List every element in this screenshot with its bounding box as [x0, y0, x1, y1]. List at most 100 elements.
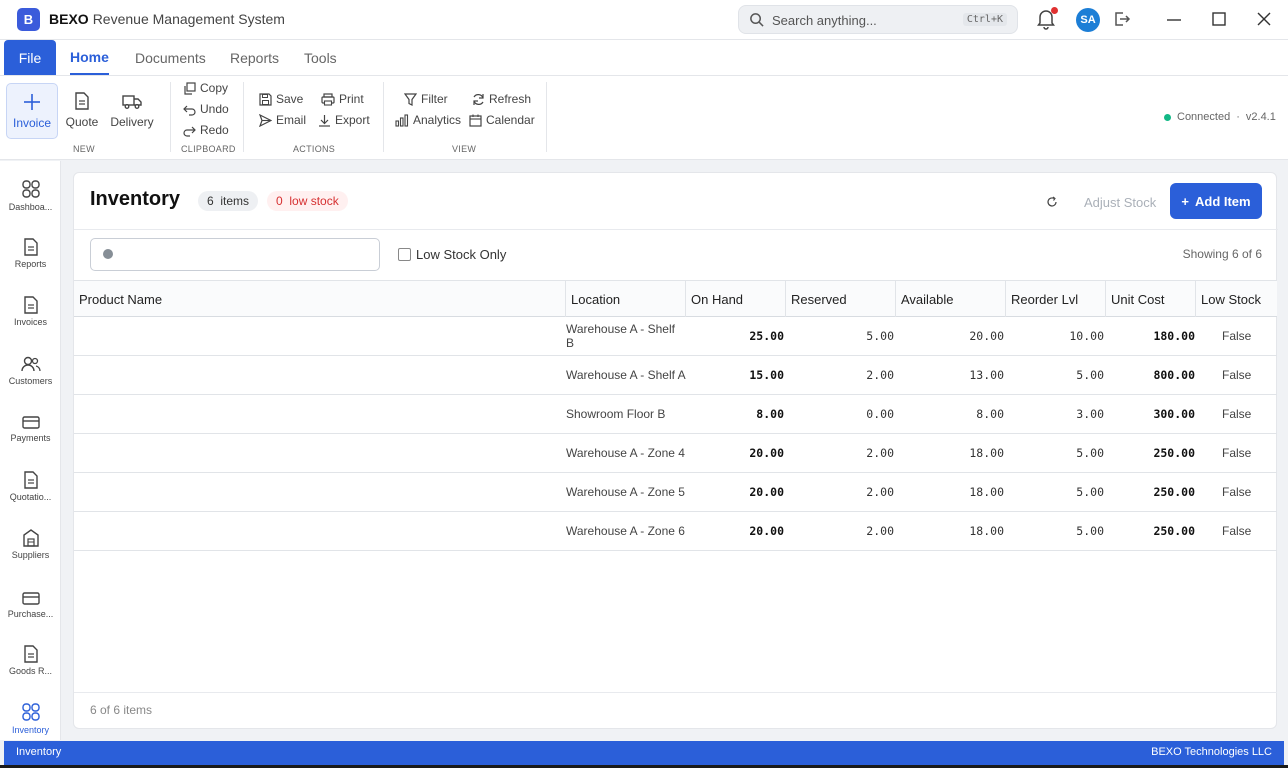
cell-low-stock: False [1222, 368, 1252, 382]
file-menu[interactable]: File [4, 40, 56, 75]
adjust-stock-button[interactable]: Adjust Stock [1084, 195, 1156, 210]
tab-home[interactable]: Home [70, 40, 109, 75]
sidebar-item-payments[interactable]: Payments [0, 414, 61, 464]
ribbon: Invoice Quote Delivery NEW Copy Undo Red… [0, 76, 1288, 160]
refresh-button[interactable]: Refresh [472, 92, 531, 106]
cell-available: 18.00 [969, 524, 1004, 538]
group-label-view: VIEW [452, 144, 477, 154]
cell-available: 13.00 [969, 368, 1004, 382]
search-input[interactable] [90, 238, 380, 271]
cell-unit-cost: 250.00 [1153, 524, 1195, 538]
save-icon [259, 92, 272, 106]
cell-low-stock: False [1222, 446, 1252, 460]
sidebar-item-suppliers[interactable]: Suppliers [0, 529, 61, 579]
notifications-button[interactable] [1036, 7, 1058, 33]
cell-on-hand: 20.00 [749, 446, 784, 460]
export-button[interactable]: Export [318, 113, 370, 127]
low-stock-only-toggle[interactable]: Low Stock Only [398, 247, 506, 262]
items-count-label: items [220, 194, 250, 208]
cell-product-name [74, 434, 562, 472]
send-icon [259, 113, 272, 127]
column-header-location[interactable]: Location [566, 281, 686, 317]
table-row[interactable]: Warehouse A - Zone 5 20.00 2.00 18.00 5.00 25… [74, 473, 1277, 512]
bar-chart-icon [395, 113, 409, 127]
filter-icon [404, 92, 417, 106]
cell-on-hand: 20.00 [749, 485, 784, 499]
calendar-label: Calendar [486, 113, 535, 127]
cell-reserved: 2.00 [866, 485, 894, 499]
table-row[interactable]: Warehouse A - Zone 6 20.00 2.00 18.00 5.00 25… [74, 512, 1277, 551]
cell-reorder-level: 3.00 [1076, 407, 1104, 421]
ribbon-divider [170, 82, 171, 152]
column-header-unit-cost[interactable]: Unit Cost [1106, 281, 1196, 317]
column-header-available[interactable]: Available [896, 281, 1006, 317]
new-delivery-button[interactable]: Delivery [106, 83, 158, 139]
sidebar-item-customers[interactable]: Customers [0, 355, 61, 405]
card-icon [21, 416, 40, 429]
cell-low-stock: False [1222, 485, 1252, 499]
calendar-button[interactable]: Calendar [469, 113, 535, 127]
close-icon[interactable] [1256, 10, 1272, 30]
app-logo: B [17, 8, 40, 31]
group-label-new: NEW [73, 144, 95, 154]
column-header-low-stock[interactable]: Low Stock [1196, 281, 1277, 317]
table-row[interactable]: Warehouse A - Shelf A 15.00 2.00 13.00 5.00 8… [74, 356, 1277, 395]
status-current-page: Inventory [16, 746, 62, 758]
tab-reports[interactable]: Reports [230, 40, 279, 75]
refresh-label: Refresh [489, 92, 532, 106]
reload-icon[interactable] [1046, 196, 1058, 208]
filter-button[interactable]: Filter [404, 92, 448, 106]
sidebar-item-dashboard[interactable]: Dashboa... [0, 179, 61, 229]
email-label: Email [276, 113, 307, 127]
add-item-button[interactable]: + Add Item [1170, 183, 1262, 219]
sidebar-item-goods-received[interactable]: Goods R... [0, 645, 61, 695]
table-row[interactable]: Warehouse A - Shelf B 25.00 5.00 20.00 10.00… [74, 317, 1277, 356]
sidebar-item-label: Goods R... [8, 666, 53, 676]
cell-reorder-level: 5.00 [1076, 524, 1104, 538]
column-header-reorder-level[interactable]: Reorder Lvl [1006, 281, 1106, 317]
analytics-button[interactable]: Analytics [395, 113, 461, 127]
sidebar-item-quotations[interactable]: Quotatio... [0, 471, 61, 521]
checkbox[interactable] [398, 248, 411, 261]
sidebar-item-label: Quotatio... [9, 492, 52, 502]
print-button[interactable]: Print [321, 92, 364, 106]
logout-icon[interactable] [1113, 10, 1131, 28]
sidebar: Dashboa... Reports Invoices Customers Pa… [0, 161, 61, 740]
copy-icon [184, 81, 196, 95]
tab-documents[interactable]: Documents [135, 40, 206, 75]
user-avatar[interactable]: SA [1076, 8, 1100, 32]
cell-product-name [74, 473, 562, 511]
cell-reserved: 0.00 [866, 407, 894, 421]
search-icon [750, 13, 764, 27]
new-quote-button[interactable]: Quote [56, 83, 108, 139]
maximize-icon[interactable] [1211, 10, 1227, 30]
sidebar-item-invoices[interactable]: Invoices [0, 296, 61, 346]
email-button[interactable]: Email [259, 113, 306, 127]
sidebar-item-label: Payments [10, 433, 51, 443]
low-stock-only-label: Low Stock Only [416, 247, 507, 262]
sidebar-item-reports[interactable]: Reports [0, 238, 61, 288]
plus-icon [24, 94, 40, 110]
cell-product-name [74, 512, 562, 550]
table-row[interactable]: Warehouse A - Zone 4 20.00 2.00 18.00 5.00 25… [74, 434, 1277, 473]
column-header-on-hand[interactable]: On Hand [686, 281, 786, 317]
redo-button[interactable]: Redo [183, 123, 229, 137]
sidebar-item-label: Reports [14, 259, 47, 269]
new-invoice-button[interactable]: Invoice [6, 83, 58, 139]
column-header-product-name[interactable]: Product Name [74, 281, 566, 317]
page-title: Inventory [90, 188, 181, 210]
cell-location: Warehouse A - Shelf A [566, 368, 686, 382]
copy-button[interactable]: Copy [183, 81, 228, 95]
minimize-icon[interactable] [1166, 10, 1182, 30]
building-icon [22, 529, 39, 547]
sidebar-item-purchase[interactable]: Purchase... [0, 590, 61, 640]
undo-button[interactable]: Undo [183, 102, 229, 116]
column-header-reserved[interactable]: Reserved [786, 281, 896, 317]
grid-icon [21, 703, 40, 721]
global-search[interactable]: Search anything... Ctrl+K [738, 5, 1018, 34]
cell-location: Warehouse A - Zone 4 [566, 446, 685, 460]
showing-count: Showing 6 of 6 [1182, 247, 1262, 261]
table-row[interactable]: Showroom Floor B 8.00 0.00 8.00 3.00 300.00 Fa… [74, 395, 1277, 434]
save-button[interactable]: Save [259, 92, 303, 106]
tab-tools[interactable]: Tools [304, 40, 337, 75]
